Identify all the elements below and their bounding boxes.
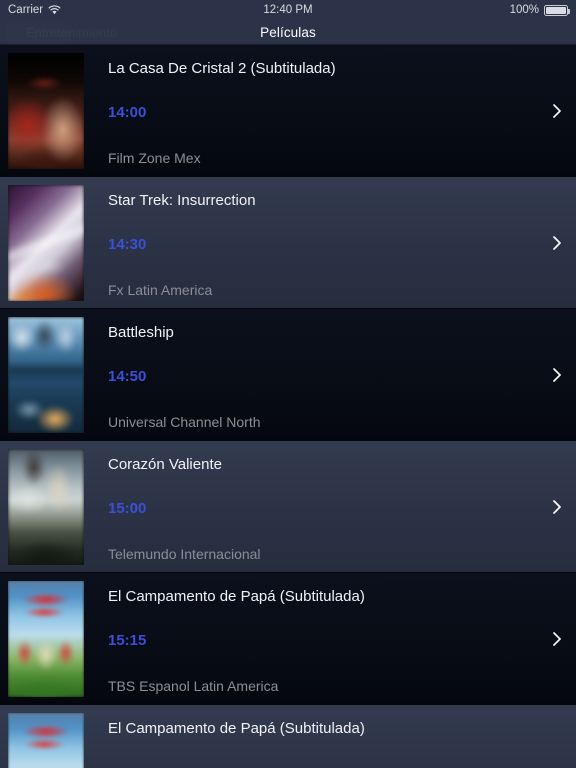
showtime: 14:00 <box>108 104 147 121</box>
status-bar: Carrier 12:40 PM 100% <box>0 0 576 20</box>
poster-thumbnail <box>8 317 84 433</box>
movie-title: La Casa De Cristal 2 (Subtitulada) <box>108 60 336 77</box>
list-item-body: Battleship 14:50 Universal Channel North <box>84 309 576 441</box>
list-item-body: Star Trek: Insurrection 14:30 Fx Latin A… <box>84 177 576 309</box>
poster-thumbnail <box>8 713 84 768</box>
showtime: 14:50 <box>108 368 147 385</box>
chevron-right-icon[interactable] <box>552 499 562 515</box>
list-item[interactable]: La Casa De Cristal 2 (Subtitulada) 14:00… <box>0 45 576 177</box>
status-bar-left: Carrier <box>8 4 61 16</box>
status-bar-clock: 12:40 PM <box>263 4 313 16</box>
movie-title: Star Trek: Insurrection <box>108 192 256 209</box>
chevron-right-icon[interactable] <box>552 631 562 647</box>
movie-list[interactable]: La Casa De Cristal 2 (Subtitulada) 14:00… <box>0 45 576 768</box>
channel-name: Universal Channel North <box>108 414 261 430</box>
status-bar-right: 100% <box>509 4 570 16</box>
battery-full-icon <box>544 4 570 16</box>
channel-name: Telemundo Internacional <box>108 546 261 562</box>
list-item-body: Corazón Valiente 15:00 Telemundo Interna… <box>84 441 576 573</box>
battery-percent-label: 100% <box>509 4 539 16</box>
poster-thumbnail <box>8 53 84 169</box>
list-item[interactable]: Star Trek: Insurrection 14:30 Fx Latin A… <box>0 177 576 309</box>
movie-title: El Campamento de Papá (Subtitulada) <box>108 588 365 605</box>
wifi-icon <box>48 5 61 15</box>
list-item-body: El Campamento de Papá (Subtitulada) <box>84 705 576 768</box>
list-item[interactable]: Battleship 14:50 Universal Channel North <box>0 309 576 441</box>
navigation-bar: Entretenimiento Películas <box>0 20 576 45</box>
channel-name: TBS Espanol Latin America <box>108 678 279 694</box>
chevron-right-icon[interactable] <box>552 235 562 251</box>
list-item[interactable]: Corazón Valiente 15:00 Telemundo Interna… <box>0 441 576 573</box>
poster-thumbnail <box>8 449 84 565</box>
poster-thumbnail <box>8 185 84 301</box>
channel-name: Fx Latin America <box>108 282 213 298</box>
list-item-body: La Casa De Cristal 2 (Subtitulada) 14:00… <box>84 45 576 177</box>
poster-thumbnail <box>8 581 84 697</box>
movie-title: El Campamento de Papá (Subtitulada) <box>108 720 365 737</box>
channel-name: Film Zone Mex <box>108 150 201 166</box>
showtime: 15:00 <box>108 500 147 517</box>
page-title: Películas <box>260 24 316 40</box>
list-item[interactable]: El Campamento de Papá (Subtitulada) <box>0 705 576 768</box>
showtime: 15:15 <box>108 632 147 649</box>
status-bar-clock-wrap: 12:40 PM <box>0 0 576 20</box>
movie-title: Battleship <box>108 324 174 341</box>
chevron-right-icon[interactable] <box>552 367 562 383</box>
showtime: 14:30 <box>108 236 147 253</box>
carrier-label: Carrier <box>8 4 44 16</box>
chevron-right-icon[interactable] <box>552 103 562 119</box>
list-item[interactable]: El Campamento de Papá (Subtitulada) 15:1… <box>0 573 576 705</box>
list-item-body: El Campamento de Papá (Subtitulada) 15:1… <box>84 573 576 705</box>
movie-title: Corazón Valiente <box>108 456 222 473</box>
